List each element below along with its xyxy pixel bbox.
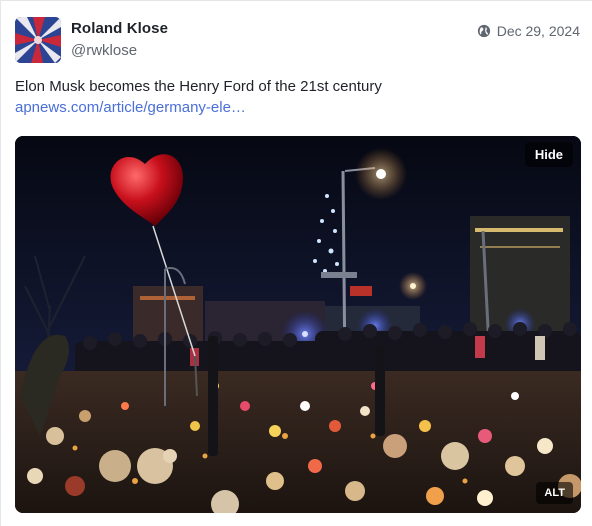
alt-text-badge[interactable]: ALT (536, 482, 573, 504)
status-text: Elon Musk becomes the Henry Ford of the … (15, 78, 382, 95)
avatar-image (15, 17, 61, 63)
author-handle[interactable]: @rwklose (71, 42, 137, 59)
avatar[interactable] (15, 17, 61, 63)
hide-media-button[interactable]: Hide (524, 142, 573, 167)
memorial-photo (15, 136, 581, 513)
globe-icon (477, 24, 491, 38)
post-meta[interactable]: Dec 29, 2024 (477, 23, 580, 39)
status-post: Roland Klose @rwklose Dec 29, 2024 Elon … (0, 0, 592, 526)
author-display-name[interactable]: Roland Klose (71, 20, 168, 37)
media-attachment[interactable]: Hide ALT (15, 136, 581, 513)
status-link[interactable]: apnews.com/article/germany-ele… (15, 99, 246, 116)
post-date[interactable]: Dec 29, 2024 (497, 23, 580, 39)
